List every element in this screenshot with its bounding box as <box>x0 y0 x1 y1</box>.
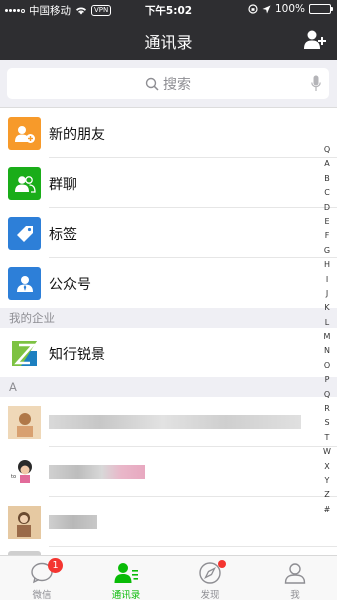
tags-label: 标签 <box>49 227 77 243</box>
tab-label: 我 <box>290 590 300 600</box>
avatar: to <box>8 456 41 489</box>
status-right: 100% <box>248 3 333 15</box>
index-letter[interactable]: F <box>320 229 334 243</box>
enterprise-section-header: 我的企业 <box>0 308 337 328</box>
index-letter[interactable]: B <box>320 172 334 186</box>
tab-label: 发现 <box>200 590 220 600</box>
official-accounts-row[interactable]: 公众号 <box>0 258 320 308</box>
add-contact-icon[interactable] <box>303 29 327 51</box>
new-friends-icon <box>8 117 41 150</box>
contact-section-header: A <box>0 377 337 397</box>
avatar <box>8 406 41 439</box>
index-letter[interactable]: J <box>320 287 334 301</box>
index-letter[interactable]: Z <box>320 488 334 502</box>
enterprise-logo <box>8 337 41 370</box>
contact-row[interactable] <box>0 397 337 447</box>
index-letter[interactable]: N <box>320 344 334 358</box>
search-icon <box>145 77 159 91</box>
tab-discover[interactable]: 发现 <box>168 556 252 600</box>
avatar <box>8 506 41 539</box>
group-chat-label: 群聊 <box>49 177 77 193</box>
tab-bar: 1 微信 通讯录 发现 我 <box>0 555 337 600</box>
index-letter[interactable]: W <box>320 445 334 459</box>
tags-row[interactable]: 标签 <box>0 208 337 258</box>
tab-label: 通讯录 <box>111 590 141 600</box>
index-letter[interactable]: D <box>320 201 334 215</box>
index-letter[interactable]: H <box>320 258 334 272</box>
search-placeholder: 搜索 <box>163 77 191 93</box>
index-letter[interactable]: M <box>320 330 334 344</box>
index-letter[interactable]: T <box>320 431 334 445</box>
contacts-icon <box>114 563 138 583</box>
index-letter[interactable]: X <box>320 460 334 474</box>
index-letter[interactable]: A <box>320 157 334 171</box>
svg-text:to: to <box>11 474 16 480</box>
alphabet-index[interactable]: Q A B C D E F G H I J K L M N O P Q R S T W X Y Z # <box>320 143 334 517</box>
tab-label: 微信 <box>32 590 52 600</box>
group-chat-row[interactable]: 群聊 <box>0 158 337 208</box>
new-content-dot <box>218 560 226 568</box>
contact-row[interactable] <box>0 497 337 547</box>
enterprise-item-row[interactable]: 知行锐景 <box>0 328 320 378</box>
index-letter[interactable]: P <box>320 373 334 387</box>
rotation-lock-icon <box>248 4 258 14</box>
index-letter[interactable]: S <box>320 416 334 430</box>
index-letter[interactable]: I <box>320 273 334 287</box>
nav-bar: 通讯录 <box>0 20 337 60</box>
search-area: 搜索 <box>0 60 337 108</box>
person-icon <box>284 563 306 584</box>
contact-name-redacted <box>49 465 145 479</box>
index-letter[interactable]: Y <box>320 474 334 488</box>
index-letter[interactable]: Q <box>320 143 334 157</box>
page-title: 通讯录 <box>144 33 193 52</box>
location-icon <box>262 5 271 13</box>
official-accounts-label: 公众号 <box>49 277 91 293</box>
tag-icon <box>8 217 41 250</box>
index-letter[interactable]: G <box>320 244 334 258</box>
search-input[interactable]: 搜索 <box>7 68 329 99</box>
contact-name-redacted <box>49 415 301 429</box>
battery-icon <box>309 4 333 14</box>
index-letter[interactable]: Q <box>320 388 334 402</box>
index-letter[interactable]: C <box>320 186 334 200</box>
index-letter[interactable]: O <box>320 359 334 373</box>
search-placeholder-wrap: 搜索 <box>7 74 329 94</box>
tab-me[interactable]: 我 <box>253 556 337 600</box>
status-bar: 中国移动 VPN 下午5:02 100% <box>0 0 337 20</box>
tab-chats[interactable]: 1 微信 <box>0 556 84 600</box>
unread-badge: 1 <box>48 558 63 573</box>
group-chat-icon <box>8 167 41 200</box>
index-letter[interactable]: K <box>320 301 334 315</box>
index-letter[interactable]: E <box>320 215 334 229</box>
contact-row-partial[interactable] <box>0 547 320 555</box>
index-letter[interactable]: # <box>320 503 334 517</box>
enterprise-item-label: 知行锐景 <box>49 347 105 363</box>
index-letter[interactable]: R <box>320 402 334 416</box>
microphone-icon[interactable] <box>311 75 321 92</box>
contact-name-redacted <box>49 515 97 529</box>
contact-row[interactable]: to <box>0 447 337 497</box>
tab-contacts[interactable]: 通讯录 <box>84 556 168 600</box>
official-account-icon <box>8 267 41 300</box>
new-friends-row[interactable]: 新的朋友 <box>0 108 337 158</box>
new-friends-label: 新的朋友 <box>49 127 105 143</box>
battery-percent: 100% <box>274 3 305 15</box>
index-letter[interactable]: L <box>320 316 334 330</box>
